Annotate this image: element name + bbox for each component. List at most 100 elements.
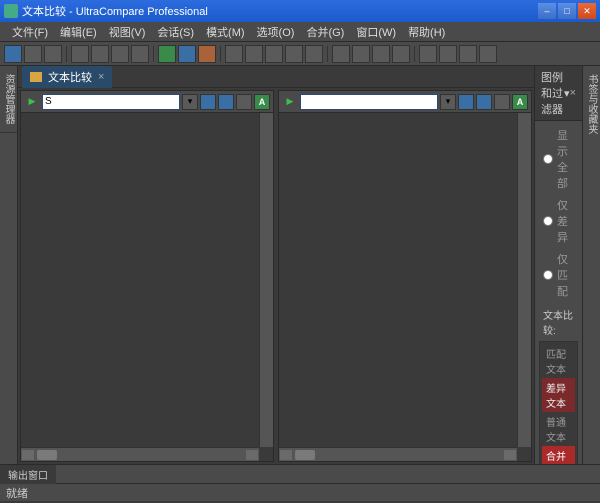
toolbar-btn[interactable] <box>305 45 323 63</box>
horizontal-scrollbar[interactable] <box>279 447 517 461</box>
menu-session[interactable]: 会话(S) <box>151 22 200 42</box>
menu-options[interactable]: 选项(O) <box>251 22 301 42</box>
left-pane: ▶ ▾ A <box>20 90 274 462</box>
tab-label: 文本比较 <box>48 69 92 85</box>
toolbar-new-icon[interactable] <box>4 45 22 63</box>
menu-mode[interactable]: 模式(M) <box>200 22 251 42</box>
menu-view[interactable]: 视图(V) <box>103 22 152 42</box>
scroll-left-icon[interactable] <box>22 450 34 460</box>
radio-show-all[interactable]: 显示全部 <box>539 125 578 193</box>
toolbar-btn[interactable] <box>419 45 437 63</box>
scroll-left-icon[interactable] <box>280 450 292 460</box>
menubar: 文件(F) 编辑(E) 视图(V) 会话(S) 模式(M) 选项(O) 合并(G… <box>0 22 600 42</box>
toolbar-btn[interactable] <box>91 45 109 63</box>
tab-text-compare[interactable]: 文本比较 × <box>22 66 112 88</box>
vertical-scrollbar[interactable] <box>259 113 273 447</box>
legend-item: 普通文本 <box>542 412 575 446</box>
toolbar-btn[interactable] <box>245 45 263 63</box>
pane-btn[interactable] <box>236 94 252 110</box>
compare-panels: ▶ ▾ A <box>18 88 534 464</box>
scroll-thumb[interactable] <box>295 450 315 460</box>
separator <box>66 46 67 62</box>
toolbar-btn[interactable] <box>225 45 243 63</box>
legend-panel: 图例和过滤器 ▾ × 显示全部 仅差异 仅匹配 文本比较: 匹配文本 差异文本 … <box>534 66 582 464</box>
toolbar-btn[interactable] <box>392 45 410 63</box>
output-window-tab[interactable]: 输出窗口 <box>0 465 56 484</box>
menu-file[interactable]: 文件(F) <box>6 22 54 42</box>
legend-body: 显示全部 仅差异 仅匹配 文本比较: 匹配文本 差异文本 普通文本 合并块标题 … <box>535 121 582 464</box>
separator <box>153 46 154 62</box>
toolbar-btn[interactable] <box>178 45 196 63</box>
bottom-panel: 输出窗口 <box>0 464 600 483</box>
a-button[interactable]: A <box>254 94 270 110</box>
radio-match-only[interactable]: 仅匹配 <box>539 249 578 301</box>
sidebar-explorer-tab[interactable]: 资源管理器 <box>0 66 18 133</box>
right-path-input[interactable] <box>300 94 438 110</box>
close-button[interactable]: ✕ <box>578 3 596 19</box>
right-pane-toolbar: ▶ ▾ A <box>279 91 531 113</box>
legend-item: 匹配文本 <box>542 344 575 378</box>
titlebar: 文本比较 - UltraCompare Professional – □ ✕ <box>0 0 600 22</box>
maximize-button[interactable]: □ <box>558 3 576 19</box>
toolbar-btn[interactable] <box>44 45 62 63</box>
pane-btn[interactable] <box>494 94 510 110</box>
toolbar-btn[interactable] <box>131 45 149 63</box>
menu-edit[interactable]: 编辑(E) <box>54 22 103 42</box>
window-title: 文本比较 - UltraCompare Professional <box>22 3 538 19</box>
folder-icon <box>30 72 42 82</box>
toolbar-btn[interactable] <box>352 45 370 63</box>
toolbar-btn[interactable] <box>71 45 89 63</box>
folder-open-icon[interactable] <box>458 94 474 110</box>
scroll-right-icon[interactable] <box>246 450 258 460</box>
radio-diff-only[interactable]: 仅差异 <box>539 195 578 247</box>
toolbar-btn[interactable] <box>439 45 457 63</box>
horizontal-scrollbar[interactable] <box>21 447 259 461</box>
toolbar-btn[interactable] <box>459 45 477 63</box>
minimize-button[interactable]: – <box>538 3 556 19</box>
toolbar-btn[interactable] <box>111 45 129 63</box>
save-icon[interactable] <box>218 94 234 110</box>
legend-title-bar: 图例和过滤器 ▾ × <box>535 66 582 121</box>
a-button[interactable]: A <box>512 94 528 110</box>
toolbar-btn[interactable] <box>265 45 283 63</box>
toolbar-btn[interactable] <box>24 45 42 63</box>
window-controls: – □ ✕ <box>538 3 596 19</box>
scroll-thumb[interactable] <box>37 450 57 460</box>
save-icon[interactable] <box>476 94 492 110</box>
legend-item: 差异文本 <box>542 378 575 412</box>
dropdown-icon[interactable]: ▾ <box>182 94 198 110</box>
tab-close-icon[interactable]: × <box>98 71 104 83</box>
legend-close-icon[interactable]: × <box>570 87 576 99</box>
section-text-compare: 文本比较: <box>539 303 578 339</box>
sidebar-bookmarks-tab[interactable]: 书签与收藏夹 <box>582 66 600 142</box>
toolbar-btn[interactable] <box>332 45 350 63</box>
toolbar-btn[interactable] <box>158 45 176 63</box>
status-text: 就绪 <box>6 485 28 501</box>
play-icon[interactable]: ▶ <box>282 94 298 110</box>
main-toolbar <box>0 42 600 66</box>
separator <box>220 46 221 62</box>
legend-title: 图例和过滤器 <box>541 69 564 117</box>
menu-help[interactable]: 帮助(H) <box>402 22 451 42</box>
sidebar-left: 资源管理器 <box>0 66 18 464</box>
menu-merge[interactable]: 合并(G) <box>300 22 350 42</box>
toolbar-btn[interactable] <box>285 45 303 63</box>
toolbar-btn[interactable] <box>479 45 497 63</box>
sidebar-right: 书签与收藏夹 <box>582 66 600 464</box>
folder-open-icon[interactable] <box>200 94 216 110</box>
toolbar-btn[interactable] <box>372 45 390 63</box>
separator <box>414 46 415 62</box>
left-pane-toolbar: ▶ ▾ A <box>21 91 273 113</box>
right-pane-body <box>279 113 531 461</box>
toolbar-btn[interactable] <box>198 45 216 63</box>
vertical-scrollbar[interactable] <box>517 113 531 447</box>
legend-item: 合并块标题 1 - 2 <box>542 446 575 464</box>
dropdown-icon[interactable]: ▾ <box>440 94 456 110</box>
workspace: 资源管理器 文本比较 × ▶ ▾ A <box>0 66 600 464</box>
scroll-right-icon[interactable] <box>504 450 516 460</box>
app-icon <box>4 4 18 18</box>
left-path-input[interactable] <box>42 94 180 110</box>
play-icon[interactable]: ▶ <box>24 94 40 110</box>
separator <box>327 46 328 62</box>
menu-window[interactable]: 窗口(W) <box>350 22 402 42</box>
